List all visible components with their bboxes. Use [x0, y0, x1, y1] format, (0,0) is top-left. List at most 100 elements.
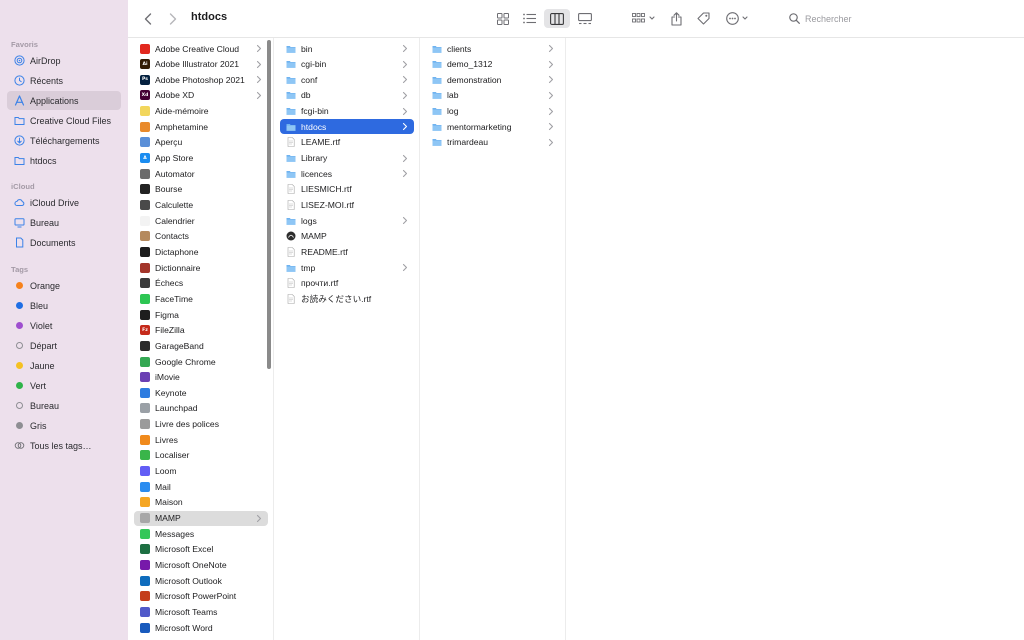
sidebar-item-airdrop[interactable]: AirDrop [7, 51, 121, 70]
sidebar-tag-depart[interactable]: Départ [7, 336, 121, 355]
list-item-demo-1312[interactable]: demo_1312 [426, 57, 560, 72]
list-item-automator[interactable]: Automator [134, 166, 268, 181]
forward-button[interactable] [166, 9, 180, 28]
list-item-adobe-photoshop-2021[interactable]: Ps Adobe Photoshop 2021 [134, 72, 268, 87]
list-item-adobe-creative-cloud[interactable]: Adobe Creative Cloud [134, 41, 268, 56]
list-item-dictaphone[interactable]: Dictaphone [134, 244, 268, 259]
back-button[interactable] [141, 9, 155, 28]
sidebar-tag-violet[interactable]: Violet [7, 316, 121, 335]
list-item-conf[interactable]: conf [280, 72, 414, 87]
list-item-fcgi-bin[interactable]: fcgi-bin [280, 104, 414, 119]
list-item-leame-rtf[interactable]: LEAME.rtf [280, 135, 414, 150]
list-view-button[interactable] [520, 9, 538, 28]
sidebar-tag-jaune[interactable]: Jaune [7, 356, 121, 375]
sidebar-item-bureau[interactable]: Bureau [7, 213, 121, 232]
list-item-microsoft-excel[interactable]: Microsoft Excel [134, 542, 268, 557]
list-item-app-store[interactable]: A App Store [134, 151, 268, 166]
sidebar-tag-tous-les-tags[interactable]: Tous les tags… [7, 436, 121, 455]
list-item-aide-memoire[interactable]: Aide-mémoire [134, 104, 268, 119]
sidebar-tag-gris[interactable]: Gris [7, 416, 121, 435]
sidebar-tag-bleu[interactable]: Bleu [7, 296, 121, 315]
list-item-trimardeau[interactable]: trimardeau [426, 135, 560, 150]
list-item-label: Google Chrome [155, 356, 216, 367]
list-item-db[interactable]: db [280, 88, 414, 103]
list-item-mentormarketing[interactable]: mentormarketing [426, 119, 560, 134]
app-icon [140, 434, 150, 445]
list-item-readme-rtf[interactable]: README.rtf [280, 244, 414, 259]
list-item-label: App Store [155, 153, 194, 164]
list-item-tmp[interactable]: tmp [280, 260, 414, 275]
list-item-lisez-moi-rtf[interactable]: LISEZ-MOI.rtf [280, 198, 414, 213]
list-item-demonstration[interactable]: demonstration [426, 72, 560, 87]
tag-icon [696, 12, 710, 25]
sidebar-tag-orange[interactable]: Orange [7, 276, 121, 295]
list-item-bin[interactable]: bin [280, 41, 414, 56]
list-item-mamp[interactable]: MAMP [280, 229, 414, 244]
list-item-localiser[interactable]: Localiser [134, 448, 268, 463]
list-item-microsoft-outlook[interactable]: Microsoft Outlook [134, 573, 268, 588]
list-item-apercu[interactable]: Aperçu [134, 135, 268, 150]
sidebar-item-telechargements[interactable]: Téléchargements [7, 131, 121, 150]
list-item-launchpad[interactable]: Launchpad [134, 401, 268, 416]
list-item-figma[interactable]: Figma [134, 307, 268, 322]
column-view-button[interactable] [544, 9, 570, 28]
list-item-rtf[interactable]: прочти.rtf [280, 276, 414, 291]
search-field[interactable]: Rechercher [789, 10, 852, 27]
list-item-microsoft-teams[interactable]: Microsoft Teams [134, 604, 268, 619]
list-item-mail[interactable]: Mail [134, 479, 268, 494]
list-item-messages[interactable]: Messages [134, 526, 268, 541]
app-icon [140, 309, 150, 320]
list-item-liesmich-rtf[interactable]: LIESMICH.rtf [280, 182, 414, 197]
list-item-lab[interactable]: lab [426, 88, 560, 103]
sidebar-item-recents[interactable]: Récents [7, 71, 121, 90]
list-item-logs[interactable]: logs [280, 213, 414, 228]
list-item-imovie[interactable]: iMovie [134, 370, 268, 385]
list-item-log[interactable]: log [426, 104, 560, 119]
list-item-bourse[interactable]: Bourse [134, 182, 268, 197]
list-item-dictionnaire[interactable]: Dictionnaire [134, 260, 268, 275]
list-item-label: Calendrier [155, 215, 195, 226]
list-item-contacts[interactable]: Contacts [134, 229, 268, 244]
list-item-livres[interactable]: Livres [134, 432, 268, 447]
list-item-microsoft-powerpoint[interactable]: Microsoft PowerPoint [134, 589, 268, 604]
list-item-rtf[interactable]: お読みください.rtf [280, 291, 414, 306]
list-item-calculette[interactable]: Calculette [134, 198, 268, 213]
list-item-maison[interactable]: Maison [134, 495, 268, 510]
sidebar-item-creative-cloud-files[interactable]: Creative Cloud Files [7, 111, 121, 130]
column-scrollbar[interactable] [267, 40, 271, 369]
list-item-htdocs[interactable]: htdocs [280, 119, 414, 135]
share-button[interactable] [668, 9, 684, 28]
sidebar-item-label: Bureau [30, 217, 60, 228]
list-item-google-chrome[interactable]: Google Chrome [134, 354, 268, 369]
list-item-library[interactable]: Library [280, 151, 414, 166]
list-item-microsoft-word[interactable]: Microsoft Word [134, 620, 268, 635]
list-item-clients[interactable]: clients [426, 41, 560, 56]
sidebar-item-documents[interactable]: Documents [7, 233, 121, 252]
group-button[interactable] [630, 9, 658, 28]
list-item-licences[interactable]: licences [280, 166, 414, 181]
list-item-facetime[interactable]: FaceTime [134, 291, 268, 306]
sidebar-item-icloud-drive[interactable]: iCloud Drive [7, 193, 121, 212]
list-item-livre-des-polices[interactable]: Livre des polices [134, 417, 268, 432]
list-item-garageband[interactable]: GarageBand [134, 338, 268, 353]
list-item-amphetamine[interactable]: Amphetamine [134, 119, 268, 134]
icon-view-button[interactable] [494, 9, 512, 28]
list-item-keynote[interactable]: Keynote [134, 385, 268, 400]
gallery-view-button[interactable] [576, 9, 594, 28]
list-item-filezilla[interactable]: Fz FileZilla [134, 323, 268, 338]
sidebar-tag-vert[interactable]: Vert [7, 376, 121, 395]
list-item-microsoft-onenote[interactable]: Microsoft OneNote [134, 557, 268, 572]
more-actions-button[interactable] [724, 9, 752, 28]
list-item-mamp[interactable]: MAMP [134, 510, 268, 526]
list-item-cgi-bin[interactable]: cgi-bin [280, 57, 414, 72]
list-item-calendrier[interactable]: Calendrier [134, 213, 268, 228]
app-icon [140, 450, 150, 461]
sidebar-item-htdocs[interactable]: htdocs [7, 151, 121, 170]
list-item-adobe-illustrator-2021[interactable]: Ai Adobe Illustrator 2021 [134, 57, 268, 72]
list-item-loom[interactable]: Loom [134, 464, 268, 479]
sidebar-item-applications[interactable]: Applications [7, 91, 121, 110]
sidebar-tag-bureau[interactable]: Bureau [7, 396, 121, 415]
list-item-echecs[interactable]: Échecs [134, 276, 268, 291]
list-item-adobe-xd[interactable]: Xd Adobe XD [134, 88, 268, 103]
tag-button[interactable] [695, 9, 711, 28]
